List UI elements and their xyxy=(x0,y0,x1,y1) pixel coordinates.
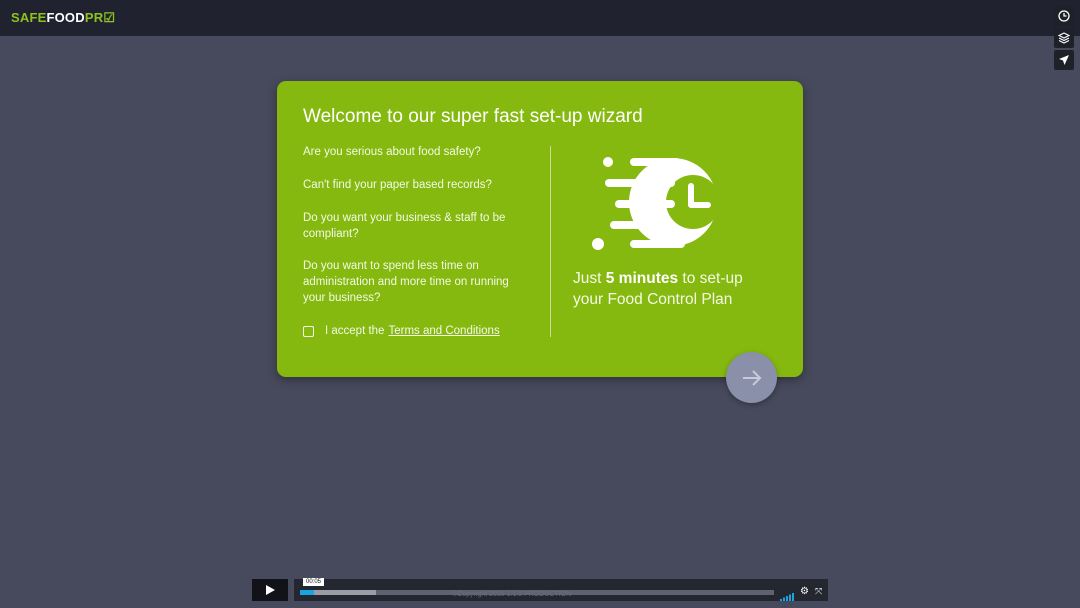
question-item: Can't find your paper based records? xyxy=(303,179,492,191)
video-player-controls: 00:05 ©Copyright 2018 1.1.5 PRODUCTION ⚙… xyxy=(252,578,828,602)
volume-icon[interactable] xyxy=(780,588,794,606)
setup-wizard-card: Welcome to our super fast set-up wizard … xyxy=(277,81,803,377)
accept-label: I accept the xyxy=(325,325,385,337)
safefoodpro-logo[interactable]: SAFEFOODPR☑ xyxy=(11,10,115,26)
play-icon xyxy=(266,585,275,595)
accept-terms-row: I accept the Terms and Conditions xyxy=(303,325,500,337)
settings-gear-icon[interactable]: ⚙ xyxy=(800,586,809,597)
side-toolbar xyxy=(1054,6,1074,72)
timecode: 00:05 xyxy=(303,578,325,586)
played-bar xyxy=(300,590,315,595)
wizard-tagline: Just 5 minutes to set-up your Food Contr… xyxy=(573,270,743,308)
question-item: Do you want to spend less time on admini… xyxy=(303,260,509,304)
terms-link[interactable]: Terms and Conditions xyxy=(388,325,499,337)
arrow-right-icon xyxy=(742,369,761,386)
fullscreen-icon[interactable]: ⤧ xyxy=(815,586,822,597)
wizard-title: Welcome to our super fast set-up wizard xyxy=(303,106,643,127)
wizard-questions: Are you serious about food safety? Can't… xyxy=(303,144,523,323)
next-button[interactable] xyxy=(726,352,777,403)
fast-clock-icon xyxy=(590,155,740,260)
copyright-text: ©Copyright 2018 1.1.5 PRODUCTION xyxy=(452,591,572,598)
accept-terms-checkbox[interactable] xyxy=(303,325,314,337)
play-button[interactable] xyxy=(252,579,288,601)
column-divider xyxy=(550,146,551,337)
send-icon[interactable] xyxy=(1054,50,1074,70)
clock-icon[interactable] xyxy=(1054,6,1074,26)
logo-check-icon: ☑ xyxy=(103,10,116,25)
question-item: Are you serious about food safety? xyxy=(303,146,481,158)
question-item: Do you want your business & staff to be … xyxy=(303,212,506,240)
layers-icon[interactable] xyxy=(1054,28,1074,48)
top-bar: SAFEFOODPR☑ xyxy=(0,0,1080,36)
